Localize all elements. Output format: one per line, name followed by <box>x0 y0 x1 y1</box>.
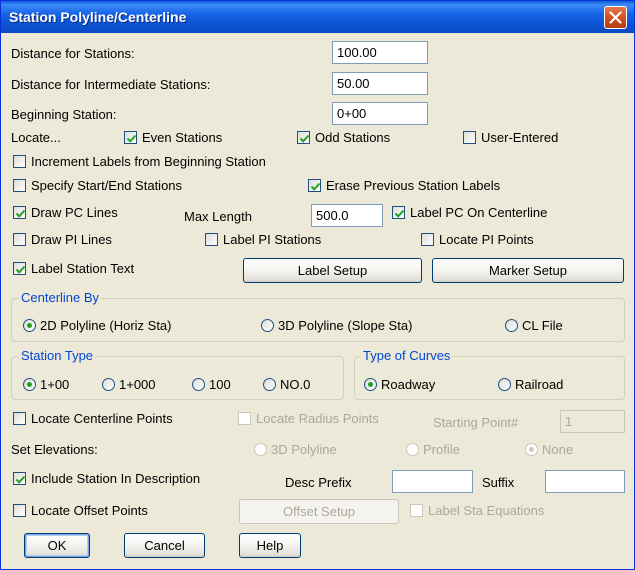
erase-previous-checkbox[interactable] <box>308 179 321 192</box>
curves-roadway-label: Roadway <box>381 377 436 392</box>
draw-pi-lines-label: Draw PI Lines <box>31 232 112 247</box>
increment-labels-checkbox[interactable] <box>13 155 26 168</box>
elevation-none-label: None <box>542 442 574 457</box>
marker-setup-button[interactable]: Marker Setup <box>432 258 624 283</box>
radio-dot <box>27 323 32 328</box>
radio-dot <box>27 382 32 387</box>
beginning-station-label: Beginning Station: <box>11 107 117 122</box>
centerline-2d-label: 2D Polyline (Horiz Sta) <box>40 318 172 333</box>
even-stations-label: Even Stations <box>142 130 223 145</box>
locate-pi-points-label: Locate PI Points <box>439 232 534 247</box>
user-entered-label: User-Entered <box>481 130 559 145</box>
station-type-1-00-radio[interactable] <box>23 378 36 391</box>
label-pc-centerline-label: Label PC On Centerline <box>410 205 548 220</box>
curves-railroad-label: Railroad <box>515 377 564 392</box>
odd-stations-label: Odd Stations <box>315 130 391 145</box>
cancel-button[interactable]: Cancel <box>124 533 205 558</box>
starting-point-input[interactable]: 1 <box>560 410 625 433</box>
centerline-3d-label: 3D Polyline (Slope Sta) <box>278 318 413 333</box>
desc-prefix-input[interactable] <box>392 470 473 493</box>
even-stations-checkbox[interactable] <box>124 131 137 144</box>
set-elevations-label: Set Elevations: <box>11 442 98 457</box>
curves-railroad-radio[interactable] <box>498 378 511 391</box>
help-button[interactable]: Help <box>239 533 301 558</box>
beginning-station-input[interactable]: 0+00 <box>332 102 428 125</box>
offset-setup-button[interactable]: Offset Setup <box>239 499 399 524</box>
suffix-label: Suffix <box>482 475 515 490</box>
draw-pc-lines-checkbox[interactable] <box>13 206 26 219</box>
radio-dot <box>368 382 373 387</box>
station-type-no0-radio[interactable] <box>263 378 276 391</box>
close-button[interactable] <box>604 6 627 29</box>
elevation-none-radio[interactable] <box>525 443 538 456</box>
centerline-cl-file-radio[interactable] <box>505 319 518 332</box>
centerline-2d-radio[interactable] <box>23 319 36 332</box>
user-entered-checkbox[interactable] <box>463 131 476 144</box>
locate-offset-points-checkbox[interactable] <box>13 504 26 517</box>
station-type-no0-label: NO.0 <box>280 377 311 392</box>
odd-stations-checkbox[interactable] <box>297 131 310 144</box>
elevation-profile-radio[interactable] <box>406 443 419 456</box>
max-length-label: Max Length <box>184 209 252 224</box>
locate-centerline-points-checkbox[interactable] <box>13 412 26 425</box>
locate-label: Locate... <box>11 130 61 145</box>
suffix-input[interactable] <box>545 470 625 493</box>
locate-radius-points-checkbox[interactable] <box>238 412 251 425</box>
include-station-description-label: Include Station In Description <box>31 471 201 486</box>
distance-intermediate-label: Distance for Intermediate Stations: <box>11 77 211 92</box>
type-of-curves-title: Type of Curves <box>361 348 453 363</box>
radio-dot <box>529 447 534 452</box>
locate-pi-points-checkbox[interactable] <box>421 233 434 246</box>
locate-offset-points-label: Locate Offset Points <box>31 503 148 518</box>
label-pi-stations-label: Label PI Stations <box>223 232 322 247</box>
label-pi-stations-checkbox[interactable] <box>205 233 218 246</box>
max-length-input[interactable]: 500.0 <box>311 204 383 227</box>
erase-previous-label: Erase Previous Station Labels <box>326 178 501 193</box>
station-type-100-label: 100 <box>209 377 231 392</box>
label-station-text-label: Label Station Text <box>31 261 135 276</box>
draw-pc-lines-label: Draw PC Lines <box>31 205 118 220</box>
specify-start-end-label: Specify Start/End Stations <box>31 178 183 193</box>
elevation-3d-polyline-radio[interactable] <box>254 443 267 456</box>
centerline-cl-file-label: CL File <box>522 318 563 333</box>
label-setup-button[interactable]: Label Setup <box>243 258 422 283</box>
label-station-text-checkbox[interactable] <box>13 262 26 275</box>
label-sta-equations-checkbox[interactable] <box>410 504 423 517</box>
locate-radius-points-label: Locate Radius Points <box>256 411 379 426</box>
specify-start-end-checkbox[interactable] <box>13 179 26 192</box>
ok-button[interactable]: OK <box>24 533 90 558</box>
desc-prefix-label: Desc Prefix <box>285 475 352 490</box>
elevation-3d-polyline-label: 3D Polyline <box>271 442 337 457</box>
centerline-3d-radio[interactable] <box>261 319 274 332</box>
draw-pi-lines-checkbox[interactable] <box>13 233 26 246</box>
station-type-1-000-radio[interactable] <box>102 378 115 391</box>
curves-roadway-radio[interactable] <box>364 378 377 391</box>
distance-intermediate-input[interactable]: 50.00 <box>332 72 428 95</box>
centerline-by-title: Centerline By <box>19 290 102 305</box>
distance-stations-label: Distance for Stations: <box>11 46 135 61</box>
station-type-title: Station Type <box>19 348 96 363</box>
label-pc-centerline-checkbox[interactable] <box>392 206 405 219</box>
station-type-100-radio[interactable] <box>192 378 205 391</box>
elevation-profile-label: Profile <box>423 442 460 457</box>
increment-labels-label: Increment Labels from Beginning Station <box>31 154 266 169</box>
distance-stations-input[interactable]: 100.00 <box>332 41 428 64</box>
station-type-1-000-label: 1+000 <box>119 377 156 392</box>
include-station-description-checkbox[interactable] <box>13 472 26 485</box>
title-bar[interactable]: Station Polyline/Centerline <box>1 1 634 33</box>
starting-point-label: Starting Point# <box>433 415 519 430</box>
locate-centerline-points-label: Locate Centerline Points <box>31 411 173 426</box>
label-sta-equations-label: Label Sta Equations <box>428 503 545 518</box>
station-type-1-00-label: 1+00 <box>40 377 70 392</box>
window-title: Station Polyline/Centerline <box>9 9 187 25</box>
station-polyline-dialog: Station Polyline/Centerline Distance for… <box>0 0 635 570</box>
